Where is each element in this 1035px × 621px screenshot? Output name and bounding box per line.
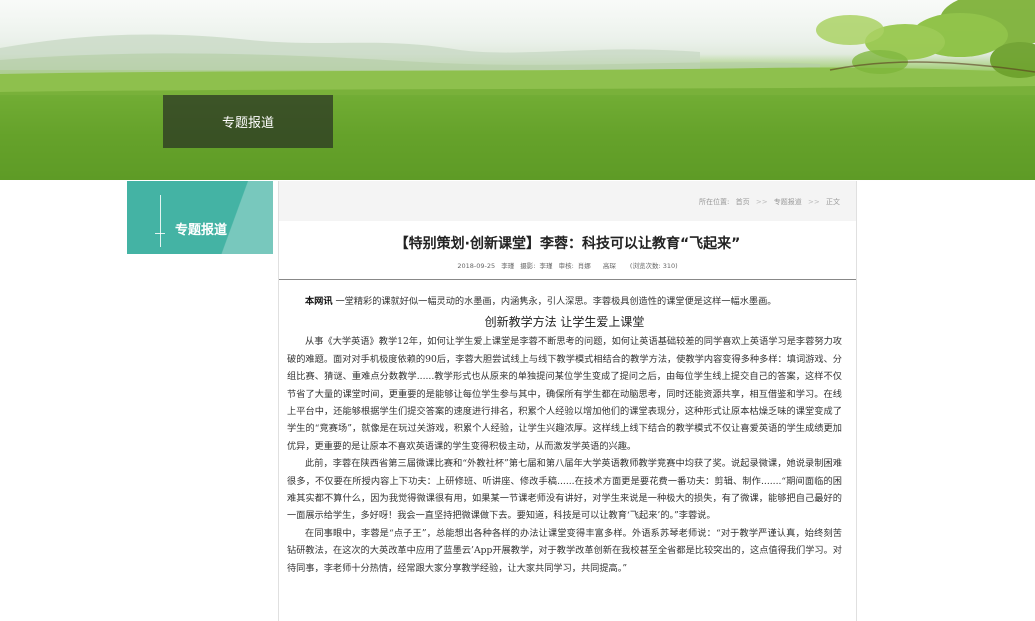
banner-landscape-image (0, 0, 1035, 180)
breadcrumb-item-current: 正文 (826, 198, 840, 206)
review-label: 审核: (558, 262, 574, 270)
banner-section-title: 专题报道 (163, 95, 333, 148)
lead-label: 本网讯 (305, 296, 333, 307)
sidebar-title-label: 专题报道 (175, 223, 228, 238)
breadcrumb-bar: 所在位置: 首页 >> 专题报道 >> 正文 (279, 181, 856, 221)
breadcrumb-prefix: 所在位置: (699, 198, 730, 206)
section-heading: 创新教学方法 让学生爱上课堂 (484, 315, 645, 330)
breadcrumb-separator: >> (808, 198, 820, 206)
article-title: 【特别策划·创新课堂】李蓉：科技可以让教育“飞起来” (394, 236, 741, 252)
article-reviewer: 肖娜 (577, 262, 591, 270)
sidebar-section-title[interactable]: 专题报道 (127, 181, 273, 254)
breadcrumb: 所在位置: 首页 >> 专题报道 >> 正文 (697, 197, 842, 207)
title-divider (279, 279, 856, 280)
article-container: 所在位置: 首页 >> 专题报道 >> 正文 【特别策划·创新课堂】李蓉：科技可… (278, 181, 857, 621)
header-banner: 专题报道 (0, 0, 1035, 180)
sidebar-title-tick (155, 233, 165, 234)
article-photographer: 李瑾 (539, 262, 553, 270)
article-view-count: (浏览次数: 310) (629, 262, 678, 270)
article-author: 李瑾 (501, 262, 515, 270)
sidebar-title-decoration (213, 181, 273, 254)
article-reviewer: 高琛 (602, 262, 616, 270)
breadcrumb-separator: >> (755, 198, 768, 206)
article-meta: 2018-09-25 李瑾 摄影: 李瑾 审核: 肖娜 高琛 (浏览次数: 310) (279, 260, 856, 270)
article-lead: 本网讯 一堂精彩的课就好似一幅灵动的水墨画，内涵隽永，引人深思。李蓉极具创造性的… (287, 293, 842, 310)
article-paragraph: 从事《大学英语》教学12年，如何让学生爱上课堂是李蓉不断思考的问题，如何让英语基… (287, 336, 842, 452)
breadcrumb-item-section[interactable]: 专题报道 (774, 198, 802, 206)
photo-label: 摄影: (520, 262, 536, 270)
breadcrumb-item-home[interactable]: 首页 (736, 198, 750, 206)
lead-text: 一堂精彩的课就好似一幅灵动的水墨画，内涵隽永，引人深思。李蓉极具创造性的课堂便是… (335, 296, 777, 307)
article-date: 2018-09-25 (457, 262, 496, 270)
article-paragraph: 在同事眼中，李蓉是“点子王”，总能想出各种各样的办法让课堂变得丰富多样。外语系苏… (287, 527, 842, 574)
article-paragraph: 此前，李蓉在陕西省第三届微课比赛和“外教社杯”第七届和第八届年大学英语教师教学竞… (287, 458, 842, 522)
article-body: 本网讯 一堂精彩的课就好似一幅灵动的水墨画，内涵隽永，引人深思。李蓉极具创造性的… (287, 293, 842, 577)
sidebar-title-line (160, 195, 161, 247)
